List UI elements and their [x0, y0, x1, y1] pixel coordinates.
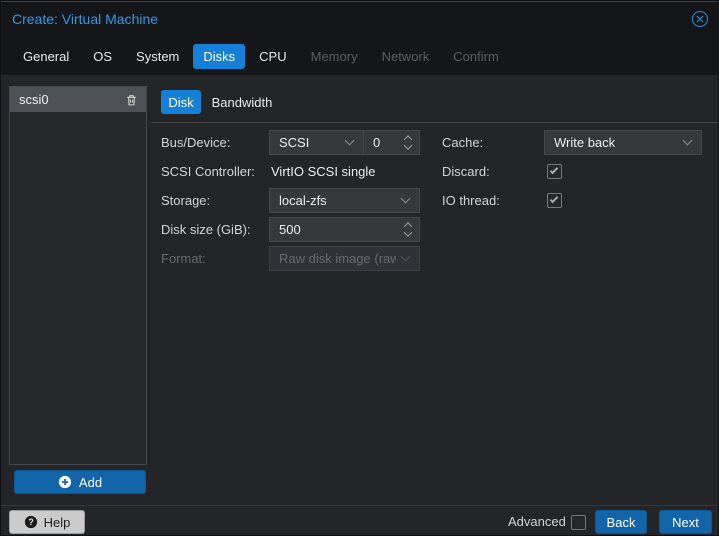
advanced-checkbox[interactable] [571, 515, 586, 530]
chevron-down-icon[interactable] [682, 135, 693, 146]
device-number-value[interactable] [364, 135, 399, 150]
tab-cpu[interactable]: CPU [249, 44, 296, 69]
dialog-title: Create: Virtual Machine [12, 11, 159, 27]
dialog-footer: ? Help Advanced Back Next [1, 505, 718, 535]
tab-system[interactable]: System [126, 44, 189, 69]
dialog-header: Create: Virtual Machine General OS Syste… [1, 1, 718, 75]
chevron-down-icon[interactable] [344, 135, 355, 146]
disk-size-input[interactable] [269, 217, 420, 242]
cache-select[interactable]: Write back [544, 130, 702, 155]
storage-label: Storage: [161, 193, 211, 208]
add-disk-button[interactable]: Add [14, 470, 146, 494]
format-select: Raw disk image (raw [269, 246, 420, 271]
scsi-controller-label: SCSI Controller: [161, 164, 255, 179]
tab-memory: Memory [310, 48, 358, 64]
number-spinner[interactable] [403, 222, 413, 237]
bus-select[interactable]: SCSI [269, 130, 364, 155]
scsi-controller-value: VirtIO SCSI single [271, 164, 376, 179]
spinner-down-icon[interactable] [403, 228, 413, 237]
wizard-tab-bar: General OS System Disks CPU Memory Netwo… [13, 43, 509, 69]
delete-disk-icon[interactable] [125, 93, 138, 107]
advanced-label: Advanced [508, 514, 566, 529]
disk-size-value[interactable] [270, 222, 399, 237]
tab-network: Network [381, 48, 430, 64]
spinner-down-icon[interactable] [403, 141, 413, 150]
cache-label: Cache: [442, 135, 484, 150]
help-button-label: Help [43, 514, 71, 530]
storage-select[interactable]: local-zfs [269, 188, 420, 213]
create-vm-dialog: Create: Virtual Machine General OS Syste… [0, 0, 719, 536]
disk-list-panel: scsi0 [9, 86, 147, 465]
storage-select-value: local-zfs [279, 193, 327, 208]
plus-circle-icon [58, 475, 72, 489]
close-icon[interactable] [691, 10, 709, 28]
svg-text:?: ? [28, 517, 33, 527]
tab-disks[interactable]: Disks [193, 43, 246, 69]
chevron-down-icon [400, 251, 411, 262]
bus-select-value: SCSI [279, 135, 310, 150]
tab-confirm: Confirm [453, 48, 499, 64]
device-number-input[interactable] [363, 130, 420, 155]
subtab-bandwidth[interactable]: Bandwidth [206, 90, 278, 114]
discard-label: Discard: [442, 164, 490, 179]
format-select-value: Raw disk image (raw [279, 251, 396, 266]
bus-device-label: Bus/Device: [161, 135, 231, 150]
disk-list-item-scsi0[interactable]: scsi0 [10, 87, 146, 112]
tab-general[interactable]: General [13, 44, 79, 69]
disk-size-label: Disk size (GiB): [161, 222, 251, 237]
format-label: Format: [161, 251, 206, 266]
title-bar: Create: Virtual Machine [1, 2, 718, 36]
back-button[interactable]: Back [595, 510, 647, 534]
tab-os[interactable]: OS [83, 44, 122, 69]
io-thread-checkbox[interactable] [547, 193, 562, 208]
checkmark-icon [549, 194, 559, 204]
discard-checkbox[interactable] [547, 164, 562, 179]
subtab-disk[interactable]: Disk [161, 90, 201, 114]
cache-select-value: Write back [554, 135, 616, 150]
io-thread-label: IO thread: [442, 193, 500, 208]
add-button-label: Add [78, 474, 103, 490]
disk-item-label: scsi0 [19, 92, 49, 107]
subtab-divider [151, 122, 718, 123]
question-circle-icon: ? [24, 515, 37, 529]
number-spinner[interactable] [403, 135, 413, 150]
next-button[interactable]: Next [659, 510, 712, 534]
checkmark-icon [549, 165, 559, 175]
help-button[interactable]: ? Help [9, 510, 85, 534]
chevron-down-icon[interactable] [400, 193, 411, 204]
